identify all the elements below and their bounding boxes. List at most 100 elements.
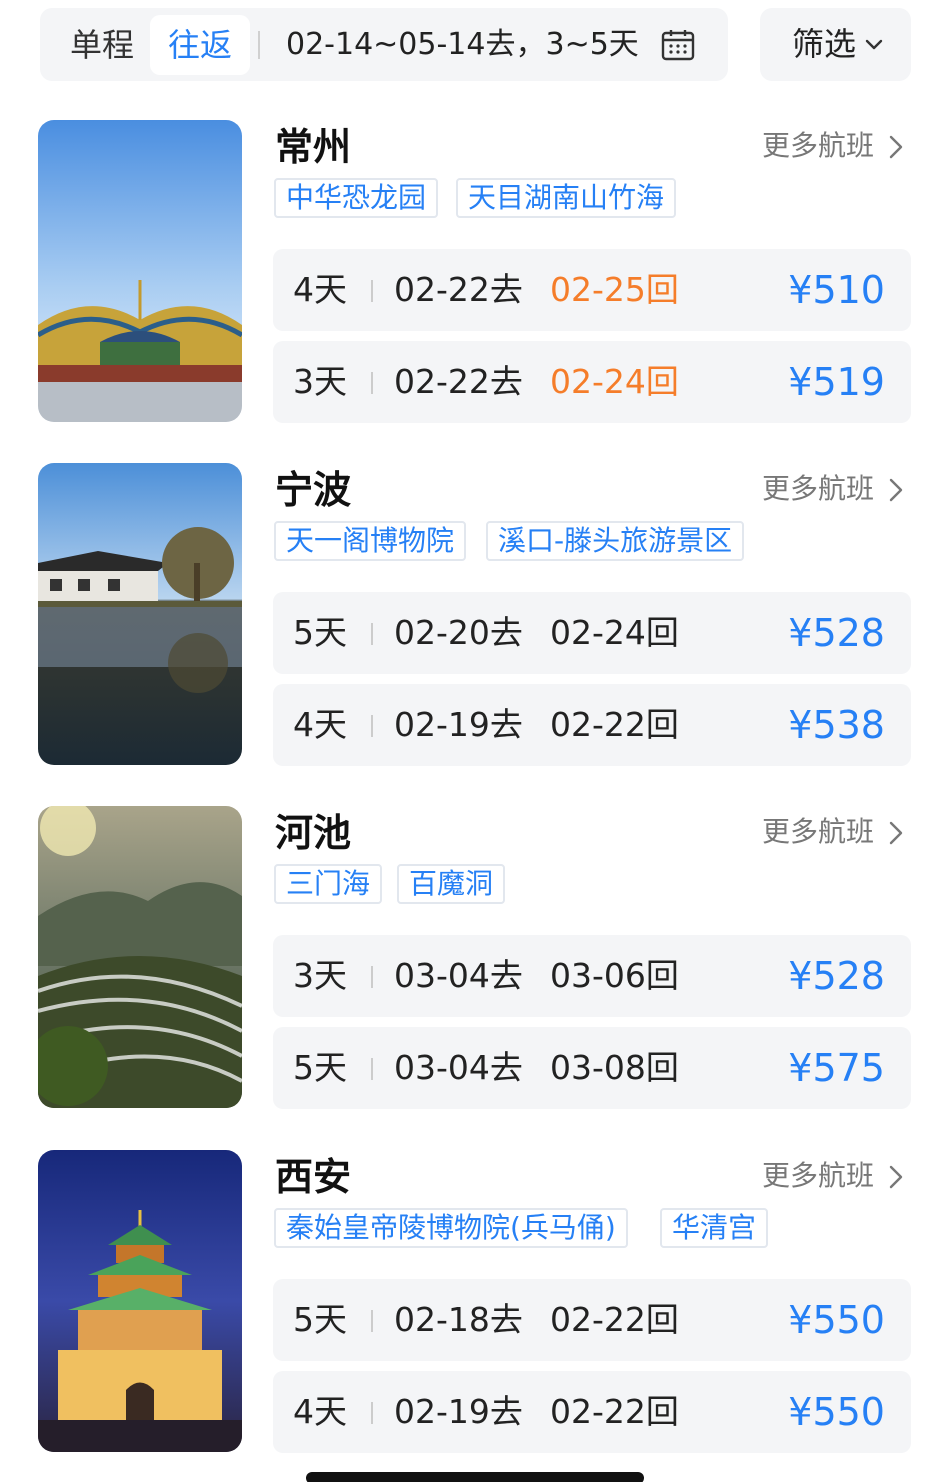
divider xyxy=(371,372,373,394)
divider xyxy=(371,623,373,645)
destination-card[interactable]: 常州 更多航班 中华恐龙园 天目湖南山竹海 4天 02-22去 02-25回 ¥… xyxy=(0,120,950,425)
price: ¥528 xyxy=(788,954,885,998)
tab-round-trip[interactable]: 往返 xyxy=(150,15,250,75)
return-date: 02-22回 xyxy=(550,684,679,766)
return-date: 02-24回 xyxy=(550,341,679,423)
filter-label: 筛选 xyxy=(792,25,857,63)
destination-photo-ningbo[interactable] xyxy=(38,463,242,765)
trip-duration: 5天 xyxy=(293,1300,347,1339)
return-date-value: 02-25 xyxy=(550,270,646,309)
flight-option-row[interactable]: 4天 02-22去 02-25回 ¥510 xyxy=(273,249,911,331)
city-name: 宁波 xyxy=(275,468,352,512)
depart-date: 02-22去 xyxy=(394,362,523,401)
attraction-tag[interactable]: 中华恐龙园 xyxy=(274,178,439,218)
home-indicator[interactable] xyxy=(306,1472,644,1482)
flight-option-row[interactable]: 5天 02-18去 02-22回 ¥550 xyxy=(273,1279,911,1361)
return-suffix: 回 xyxy=(645,705,679,744)
chevron-right-icon[interactable] xyxy=(888,477,904,503)
depart-date: 02-19去 xyxy=(394,1392,523,1431)
divider xyxy=(371,1402,373,1424)
depart-date: 02-22去 xyxy=(394,270,523,309)
divider xyxy=(371,966,373,988)
return-date: 02-25回 xyxy=(550,249,679,331)
attraction-tag[interactable]: 溪口-滕头旅游景区 xyxy=(486,521,745,561)
chevron-right-icon[interactable] xyxy=(888,134,904,160)
trip-duration: 3天 xyxy=(293,956,347,995)
return-date-value: 03-06 xyxy=(550,956,646,995)
trip-duration: 4天 xyxy=(293,1392,347,1431)
destination-photo-xian[interactable] xyxy=(38,1150,242,1452)
trip-duration: 4天 xyxy=(293,705,347,744)
attraction-tag[interactable]: 百魔洞 xyxy=(397,864,506,904)
return-suffix: 回 xyxy=(645,613,679,652)
return-date: 03-06回 xyxy=(550,935,679,1017)
attraction-tag[interactable]: 秦始皇帝陵博物院(兵马俑) xyxy=(274,1208,628,1248)
return-date-value: 02-22 xyxy=(550,1300,646,1339)
attraction-tag[interactable]: 天一阁博物院 xyxy=(274,521,467,561)
flight-option-row[interactable]: 5天 03-04去 03-08回 ¥575 xyxy=(273,1027,911,1109)
return-suffix: 回 xyxy=(645,1048,679,1087)
destination-card[interactable]: 宁波 更多航班 天一阁博物院 溪口-滕头旅游景区 5天 02-20去 02-24… xyxy=(0,463,950,768)
divider xyxy=(371,1058,373,1080)
attraction-tag[interactable]: 天目湖南山竹海 xyxy=(456,178,677,218)
depart-date: 03-04去 xyxy=(394,1048,523,1087)
attraction-tag[interactable]: 华清宫 xyxy=(660,1208,769,1248)
price: ¥550 xyxy=(788,1298,885,1342)
flight-option-row[interactable]: 5天 02-20去 02-24回 ¥528 xyxy=(273,592,911,674)
return-suffix: 回 xyxy=(645,956,679,995)
return-date: 02-24回 xyxy=(550,592,679,674)
attraction-tag[interactable]: 三门海 xyxy=(274,864,383,904)
chevron-right-icon[interactable] xyxy=(888,820,904,846)
price: ¥519 xyxy=(788,360,885,404)
trip-search-bar: 单程 往返 02-14~05-14去，3~5天 xyxy=(40,8,728,81)
divider xyxy=(371,1310,373,1332)
return-date-value: 02-24 xyxy=(550,613,646,652)
city-name: 河池 xyxy=(275,811,352,855)
divider xyxy=(371,280,373,302)
return-date-value: 02-22 xyxy=(550,1392,646,1431)
return-suffix: 回 xyxy=(645,1300,679,1339)
more-flights-link[interactable]: 更多航班 xyxy=(762,814,874,850)
chevron-down-icon xyxy=(865,39,883,50)
return-suffix: 回 xyxy=(645,270,679,309)
tab-one-way[interactable]: 单程 xyxy=(52,15,152,75)
more-flights-link[interactable]: 更多航班 xyxy=(762,1158,874,1194)
return-date: 03-08回 xyxy=(550,1027,679,1109)
price: ¥510 xyxy=(788,268,885,312)
date-range-selector[interactable]: 02-14~05-14去，3~5天 xyxy=(286,8,639,81)
return-date-value: 02-22 xyxy=(550,705,646,744)
chevron-right-icon[interactable] xyxy=(888,1164,904,1190)
price: ¥575 xyxy=(788,1046,885,1090)
destination-card[interactable]: 西安 更多航班 秦始皇帝陵博物院(兵马俑) 华清宫 5天 02-18去 02-2… xyxy=(0,1150,950,1455)
depart-date: 02-18去 xyxy=(394,1300,523,1339)
trip-duration: 4天 xyxy=(293,270,347,309)
more-flights-link[interactable]: 更多航班 xyxy=(762,471,874,507)
trip-duration: 5天 xyxy=(293,1048,347,1087)
depart-date: 03-04去 xyxy=(394,956,523,995)
filter-button[interactable]: 筛选 xyxy=(760,8,911,81)
depart-date: 02-19去 xyxy=(394,705,523,744)
price: ¥550 xyxy=(788,1390,885,1434)
price: ¥538 xyxy=(788,703,885,747)
destination-photo-hechi[interactable] xyxy=(38,806,242,1108)
city-name: 西安 xyxy=(275,1155,352,1199)
destination-card[interactable]: 河池 更多航班 三门海 百魔洞 3天 03-04去 03-06回 ¥528 5天… xyxy=(0,806,950,1111)
return-date: 02-22回 xyxy=(550,1279,679,1361)
trip-duration: 3天 xyxy=(293,362,347,401)
flight-option-row[interactable]: 4天 02-19去 02-22回 ¥538 xyxy=(273,684,911,766)
flight-option-row[interactable]: 3天 03-04去 03-06回 ¥528 xyxy=(273,935,911,1017)
flight-option-row[interactable]: 4天 02-19去 02-22回 ¥550 xyxy=(273,1371,911,1453)
calendar-icon[interactable] xyxy=(661,29,695,61)
more-flights-link[interactable]: 更多航班 xyxy=(762,128,874,164)
return-date: 02-22回 xyxy=(550,1371,679,1453)
destination-photo-changzhou[interactable] xyxy=(38,120,242,422)
flight-option-row[interactable]: 3天 02-22去 02-24回 ¥519 xyxy=(273,341,911,423)
city-name: 常州 xyxy=(275,125,352,169)
return-suffix: 回 xyxy=(645,1392,679,1431)
return-suffix: 回 xyxy=(645,362,679,401)
return-date-value: 02-24 xyxy=(550,362,646,401)
divider xyxy=(371,715,373,737)
return-date-value: 03-08 xyxy=(550,1048,646,1087)
trip-duration: 5天 xyxy=(293,613,347,652)
divider xyxy=(258,31,260,59)
